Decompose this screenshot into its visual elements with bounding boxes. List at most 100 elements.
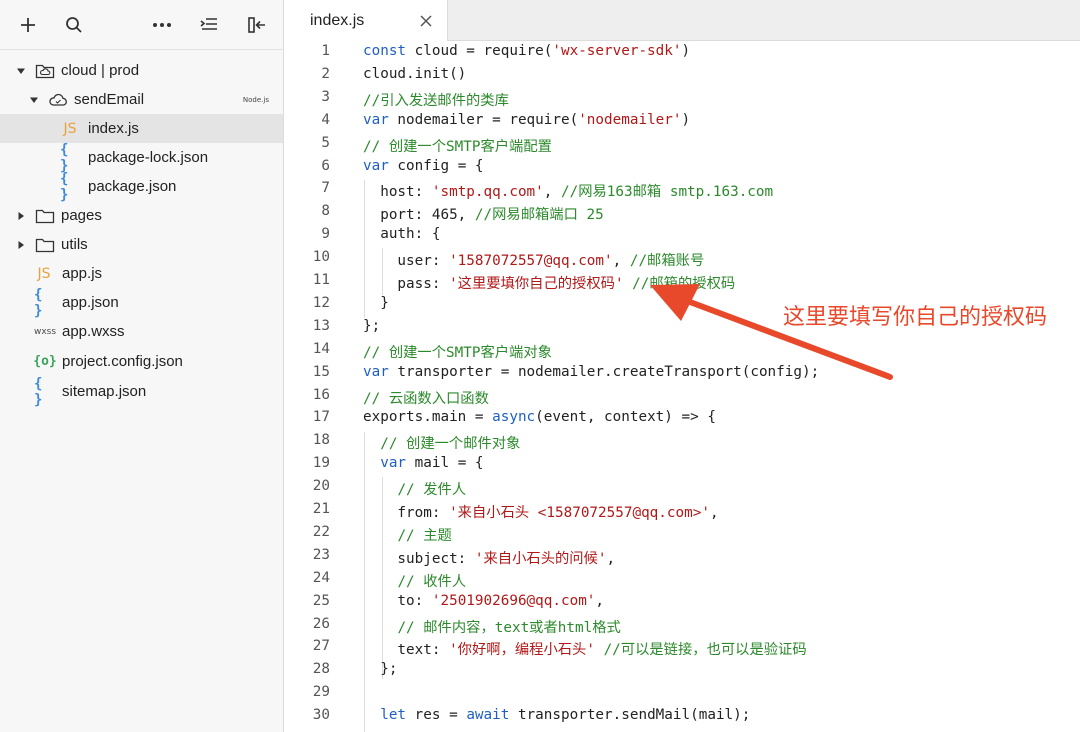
code-line[interactable]: 21 from: '来自小石头 <1587072557@qq.com>', — [285, 501, 1080, 524]
code-token: ) — [681, 43, 691, 59]
code-line[interactable]: 19 var mail = { — [285, 455, 1080, 478]
folder-icon — [35, 208, 55, 224]
code-keyword: await — [466, 707, 510, 724]
code-token: , — [612, 253, 630, 270]
explorer-toolbar — [0, 0, 284, 50]
code-comment: // 主题 — [397, 527, 452, 544]
tree-item-sendemail[interactable]: sendEmail Node.js — [0, 85, 283, 114]
code-text: // 主题 — [363, 524, 452, 545]
code-token: auth: { — [363, 226, 441, 243]
code-line[interactable]: 4 var nodemailer = require('nodemailer') — [285, 112, 1080, 135]
tab-label: index.js — [310, 11, 365, 29]
search-icon[interactable] — [61, 12, 87, 38]
tree-item-app-js[interactable]: JS app.js — [0, 259, 283, 288]
js-file-icon: JS — [63, 120, 77, 137]
code-line[interactable]: 23 subject: '来自小石头的问候', — [285, 547, 1080, 570]
code-keyword: let — [380, 707, 407, 724]
code-token: , — [595, 592, 605, 609]
code-text: user: '1587072557@qq.com', //邮箱账号 — [363, 249, 704, 270]
code-token: nodemailer = require( — [388, 111, 579, 128]
line-number: 5 — [321, 134, 330, 151]
tab-index-js[interactable]: index.js — [285, 0, 448, 41]
tree-item-package-json[interactable]: { } package.json — [0, 170, 283, 203]
code-line[interactable]: 11 pass: '这里要填你自己的授权码' //邮箱的授权码 — [285, 272, 1080, 295]
code-line[interactable]: 28 }; — [285, 661, 1080, 684]
code-line[interactable]: 5 // 创建一个SMTP客户端配置 — [285, 135, 1080, 158]
code-line[interactable]: 3 //引入发送邮件的类库 — [285, 89, 1080, 112]
code-token: res = — [406, 707, 467, 724]
chevron-down-icon[interactable] — [29, 95, 39, 105]
code-line[interactable]: 10 user: '1587072557@qq.com', //邮箱账号 — [285, 249, 1080, 272]
chevron-right-icon[interactable] — [16, 211, 26, 221]
line-number: 12 — [312, 294, 330, 311]
code-comment: //可以是链接，也可以是验证码 — [603, 642, 807, 659]
code-line[interactable]: 30 let res = await transporter.sendMail(… — [285, 707, 1080, 730]
code-text: // 创建一个SMTP客户端对象 — [363, 341, 552, 362]
json-file-icon: { } — [34, 286, 43, 319]
tree-item-index-js[interactable]: JS index.js — [0, 114, 283, 143]
tree-item-app-wxss[interactable]: wxss app.wxss — [0, 317, 283, 346]
chevron-right-icon[interactable] — [16, 240, 26, 250]
tree-item-project-config-json[interactable]: {o} project.config.json — [0, 347, 283, 376]
code-line[interactable]: 15 var transporter = nodemailer.createTra… — [285, 364, 1080, 387]
code-line[interactable]: 29 — [285, 684, 1080, 707]
code-line[interactable]: 9 auth: { — [285, 226, 1080, 249]
code-token: exports.main = — [363, 409, 493, 426]
cloud-function-icon — [48, 93, 68, 107]
json-file-icon: { } — [60, 170, 69, 203]
cloud-folder-icon — [35, 63, 55, 79]
code-token: } — [363, 294, 389, 311]
code-line[interactable]: 17 exports.main = async(event, context) =… — [285, 409, 1080, 432]
code-line[interactable]: 20 // 发件人 — [285, 478, 1080, 501]
code-text: to: '2501902696@qq.com', — [363, 593, 604, 609]
code-text: var config = { — [363, 158, 484, 174]
line-number: 24 — [312, 569, 330, 586]
code-text: var transporter = nodemailer.createTrans… — [363, 364, 819, 380]
code-line[interactable]: 27 text: '你好啊，编程小石头' //可以是链接，也可以是验证码 — [285, 638, 1080, 661]
code-keyword: var — [363, 111, 389, 128]
tree-item-package-lock-json[interactable]: { } package-lock.json — [0, 142, 283, 174]
code-token: host: — [363, 184, 432, 201]
code-text: //引入发送邮件的类库 — [363, 89, 509, 110]
collapse-panel-icon[interactable] — [244, 12, 270, 38]
code-line[interactable]: 16 // 云函数入口函数 — [285, 387, 1080, 410]
tree-item-pages[interactable]: pages — [0, 201, 283, 230]
line-number: 7 — [321, 180, 330, 197]
code-keyword: var — [380, 455, 407, 472]
code-text: exports.main = async(event, context) => … — [363, 409, 716, 425]
code-line[interactable]: 25 to: '2501902696@qq.com', — [285, 593, 1080, 616]
code-line[interactable]: 7 host: 'smtp.qq.com', //网易163邮箱 smtp.16… — [285, 180, 1080, 203]
line-number: 8 — [321, 203, 330, 220]
tree-item-sitemap-json[interactable]: { } sitemap.json — [0, 376, 283, 408]
tree-item-app-json[interactable]: { } app.json — [0, 286, 283, 319]
plus-icon[interactable] — [15, 12, 41, 38]
code-token: , — [709, 505, 719, 521]
close-icon[interactable] — [419, 14, 433, 28]
code-line[interactable]: 26 // 邮件内容，text或者html格式 — [285, 616, 1080, 639]
chevron-down-icon[interactable] — [16, 66, 26, 76]
code-line[interactable]: 14 // 创建一个SMTP客户端对象 — [285, 341, 1080, 364]
code-line[interactable]: 2 cloud.init() — [285, 66, 1080, 89]
code-token: cloud = require( — [406, 43, 553, 59]
code-token: pass: — [363, 276, 450, 292]
tree-item-utils[interactable]: utils — [0, 230, 283, 259]
code-token: cloud.init() — [363, 65, 467, 82]
code-line[interactable]: 6 var config = { — [285, 158, 1080, 181]
code-keyword: async — [492, 409, 536, 426]
code-editor[interactable]: 1 const cloud = require('wx-server-sdk') 2… — [285, 41, 1080, 732]
code-string: '这里要填你自己的授权码' — [449, 276, 624, 292]
code-line[interactable]: 18 // 创建一个邮件对象 — [285, 432, 1080, 455]
code-line[interactable]: 8 port: 465, //网易邮箱端口 25 — [285, 203, 1080, 226]
more-icon[interactable] — [149, 12, 175, 38]
outdent-icon[interactable] — [196, 12, 222, 38]
tree-item-cloud-prod[interactable]: cloud | prod — [0, 56, 283, 85]
code-line[interactable]: 22 // 主题 — [285, 524, 1080, 547]
code-line[interactable]: 24 // 收件人 — [285, 570, 1080, 593]
code-text: const cloud = require('wx-server-sdk') — [363, 43, 690, 59]
code-line[interactable]: 1 const cloud = require('wx-server-sdk') — [285, 43, 1080, 66]
